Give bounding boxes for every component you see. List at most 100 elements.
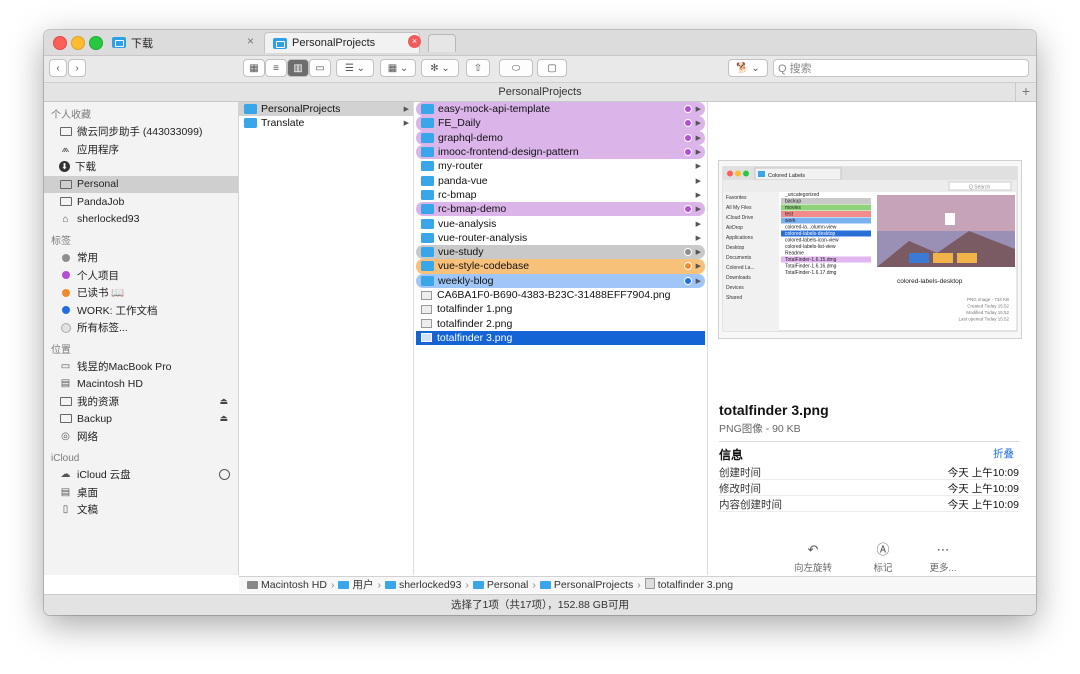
markup-button[interactable]: Ⓐ 标记 [853,542,913,574]
close-window-button[interactable] [53,36,67,50]
breadcrumb-item[interactable]: totalfinder 3.png [658,579,733,591]
file-row[interactable]: totalfinder 3.png [416,330,705,346]
action-label: 标记 [873,563,893,574]
thumb-sidebar-item: iCloud Drive [726,215,753,221]
tab-label: PersonalProjects [292,37,376,49]
search-field[interactable]: Q 搜索 [773,59,1029,77]
sidebar-item[interactable]: 个人项目 [44,267,238,285]
action-gear-button[interactable]: ✻ ⌄ [421,59,459,77]
sidebar-item[interactable]: 常用 [44,249,238,267]
list-view-button[interactable]: ≡ [265,59,287,77]
collapse-info-link[interactable]: 折叠 [993,446,1014,461]
folder-row[interactable]: weekly-blog ▶ [416,273,705,288]
sidebar-item[interactable]: 微云同步助手 (443033099) [44,123,238,141]
sidebar-item[interactable]: ⬇ 下载 [44,158,238,176]
sidebar-item[interactable]: ▭ 钱昱的MacBook Pro [44,358,238,376]
sidebar-item[interactable]: WORK: 工作文档 [44,302,238,320]
folder-row[interactable]: vue-analysis ▶ [416,216,705,230]
file-row[interactable]: CA6BA1F0-B690-4383-B23C-31488EFF7904.png [416,288,705,302]
arrange-menu-button[interactable]: ☰ ⌄ [336,59,374,77]
column-personalprojects: easy-mock-api-template ▶ FE_Daily ▶ graphql-… [414,102,708,575]
disk-icon: ▤ [60,378,71,390]
icon-view-button[interactable]: ▦ [243,59,265,77]
minimize-window-button[interactable] [71,36,85,50]
image-file-icon [421,333,432,343]
row-label: vue-style-codebase [438,260,530,273]
rotate-left-icon: ↶ [807,542,819,557]
thumb-file-item: movies [785,205,801,211]
folder-row[interactable]: rc-bmap ▶ [416,188,705,202]
sidebar-item-label: 个人项目 [77,269,119,282]
breadcrumb-item[interactable]: Personal [487,579,528,591]
eject-icon[interactable]: ⏏ [219,413,228,424]
tab-close-icon[interactable]: × [247,34,254,48]
folder-row[interactable]: easy-mock-api-template ▶ [416,102,705,117]
new-folder-button[interactable]: ▢ [537,59,567,77]
file-row[interactable]: totalfinder 1.png [416,302,705,316]
breadcrumb-item[interactable]: PersonalProjects [554,579,633,591]
folder-row[interactable]: PersonalProjects ▶ [239,102,413,117]
more-button[interactable]: ⋯ 更多... [913,542,973,574]
thumb-file-item: colored-la...olumn-view [785,225,837,231]
forward-button[interactable]: › [68,59,86,77]
file-row[interactable]: totalfinder 2.png [416,316,705,330]
sidebar-item[interactable]: 所有标签... [44,319,238,337]
thumb-sidebar-item: Colored La... [726,265,755,271]
eject-icon[interactable]: ⏏ [219,396,228,407]
thumb-file-item: _uncategorized [784,192,819,198]
add-column-button[interactable]: + [1015,83,1036,101]
tags-button[interactable]: ⬭ [499,59,533,77]
tab-bar: 下载 × PersonalProjects × [44,30,1036,56]
folder-row[interactable]: imooc-frontend-design-pattern ▶ [416,144,705,160]
folder-row[interactable]: rc-bmap-demo ▶ [416,202,705,217]
row-label: vue-analysis [438,217,497,230]
breadcrumb-item[interactable]: sherlocked93 [399,579,461,591]
sidebar-item[interactable]: ▤ Macintosh HD [44,375,238,393]
tab-downloads[interactable]: 下载 × [104,32,264,53]
sidebar-item[interactable]: ▤ 桌面 [44,484,238,502]
sync-progress-icon [219,469,230,481]
sidebar-item[interactable]: ⌂ sherlocked93 [44,211,238,229]
tag-dot-icon [684,133,692,142]
tab-personalprojects[interactable]: PersonalProjects [264,32,420,53]
breadcrumb-item[interactable]: Macintosh HD [261,579,327,591]
sidebar-item[interactable]: ⩕ 应用程序 [44,141,238,159]
column-view-button[interactable]: ▥ [287,59,309,77]
folder-icon [421,247,434,258]
sidebar-item[interactable]: PandaJob [44,193,238,211]
file-kind-size: PNG图像 - 90 KB [719,423,801,435]
folder-row[interactable]: vue-style-codebase ▶ [416,259,705,274]
folder-icon [421,147,434,158]
sidebar-section-title: 标签 [51,236,71,247]
folder-row[interactable]: FE_Daily ▶ [416,116,705,131]
zoom-window-button[interactable] [89,36,103,50]
sidebar-item[interactable]: 我的资源 ⏏ [44,393,238,411]
gallery-view-button[interactable]: ▭ [309,59,331,77]
new-tab-button[interactable] [428,34,456,52]
folder-row[interactable]: graphql-demo ▶ [416,130,705,145]
folder-row[interactable]: my-router ▶ [416,159,705,173]
user-menu-button[interactable]: 🐕 ⌄ [728,59,768,77]
folder-row[interactable]: vue-router-analysis ▶ [416,231,705,245]
sidebar-item[interactable]: ☁ iCloud 云盘 [44,466,238,484]
thumb-file-item: colored-labels-list-view [785,244,836,250]
folder-row[interactable]: Translate ▶ [239,116,413,130]
sidebar-item[interactable]: ▯ 文稿 [44,501,238,519]
sidebar-item[interactable]: ◎ 网络 [44,428,238,446]
more-icon: ⋯ [936,542,950,557]
breadcrumb-item[interactable]: 用户 [352,579,373,591]
row-label: imooc-frontend-design-pattern [438,146,579,159]
folder-row[interactable]: panda-vue ▶ [416,173,705,187]
sidebar-item[interactable]: 已读书 📖 [44,284,238,302]
sidebar-item-label: 常用 [77,252,98,265]
folder-icon [59,196,72,207]
share-button[interactable]: ⇧ [466,59,490,77]
folder-icon [273,37,287,49]
rotate-left-button[interactable]: ↶ 向左旋转 [783,542,843,574]
sidebar-item[interactable]: Backup ⏏ [44,410,238,428]
sidebar-item[interactable]: Personal [44,175,238,193]
back-button[interactable]: ‹ [49,59,67,77]
tab-close-icon[interactable]: × [408,35,421,48]
folder-row[interactable]: vue-study ▶ [416,244,705,260]
group-menu-button[interactable]: ▦ ⌄ [380,59,416,77]
